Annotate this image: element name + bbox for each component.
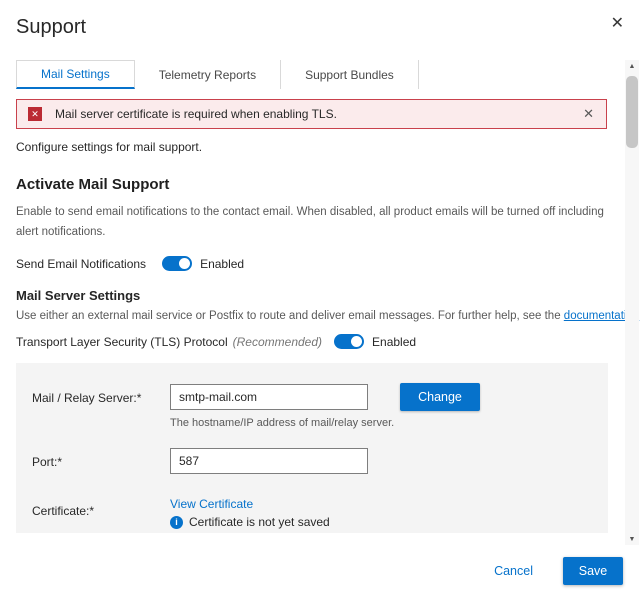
change-button[interactable]: Change: [400, 383, 480, 411]
tls-state: Enabled: [372, 335, 416, 349]
tab-mail-settings[interactable]: Mail Settings: [16, 60, 135, 89]
tls-toggle[interactable]: [334, 334, 364, 349]
send-email-toggle[interactable]: [162, 256, 192, 271]
mail-server-description: Use either an external mail service or P…: [16, 306, 640, 326]
tls-label: Transport Layer Security (TLS) Protocol: [16, 335, 228, 349]
send-email-label: Send Email Notifications: [16, 257, 146, 271]
footer: Cancel Save: [0, 545, 640, 597]
error-message: Mail server certificate is required when…: [55, 107, 583, 121]
support-dialog: Support ✕ Mail Settings Telemetry Report…: [0, 0, 640, 597]
tab-bar: Mail Settings Telemetry Reports Support …: [16, 60, 419, 89]
port-input[interactable]: [170, 448, 368, 474]
send-email-row: Send Email Notifications Enabled: [16, 256, 244, 271]
tls-row: Transport Layer Security (TLS) Protocol …: [16, 334, 416, 349]
save-button[interactable]: Save: [563, 557, 623, 585]
dialog-title: Support: [16, 16, 86, 39]
mail-relay-server-label: Mail / Relay Server:*: [32, 391, 141, 405]
mail-server-form-panel: Mail / Relay Server:* Change The hostnam…: [16, 363, 608, 533]
error-icon: ✕: [28, 107, 42, 121]
error-banner: ✕ Mail server certificate is required wh…: [16, 99, 607, 129]
view-certificate-link[interactable]: View Certificate: [170, 497, 253, 511]
port-label: Port:*: [32, 455, 62, 469]
scrollbar-thumb[interactable]: [626, 76, 638, 148]
mail-server-description-text: Use either an external mail service or P…: [16, 310, 564, 322]
mail-server-settings-heading: Mail Server Settings: [16, 288, 140, 303]
mail-relay-server-input[interactable]: [170, 384, 368, 410]
scroll-up-icon[interactable]: ▲: [625, 60, 639, 74]
activate-description: Enable to send email notifications to th…: [16, 202, 610, 242]
certificate-note: Certificate is not yet saved: [189, 515, 330, 529]
send-email-state: Enabled: [200, 257, 244, 271]
scrollbar[interactable]: ▲ ▼: [625, 60, 639, 547]
certificate-note-row: i Certificate is not yet saved: [170, 515, 330, 529]
intro-text: Configure settings for mail support.: [16, 140, 202, 154]
info-icon: i: [170, 516, 183, 529]
toggle-knob-icon: [179, 258, 190, 269]
dialog-close-icon[interactable]: ✕: [611, 16, 624, 32]
alert-dismiss-icon[interactable]: ✕: [583, 106, 594, 122]
server-help-text: The hostname/IP address of mail/relay se…: [170, 417, 394, 429]
cancel-button[interactable]: Cancel: [494, 564, 533, 578]
tab-support-bundles[interactable]: Support Bundles: [281, 60, 419, 89]
tls-recommended-note: (Recommended): [233, 335, 322, 349]
tab-telemetry-reports[interactable]: Telemetry Reports: [135, 60, 281, 89]
activate-mail-support-heading: Activate Mail Support: [16, 176, 169, 193]
certificate-label: Certificate:*: [32, 504, 94, 518]
toggle-knob-icon: [351, 336, 362, 347]
